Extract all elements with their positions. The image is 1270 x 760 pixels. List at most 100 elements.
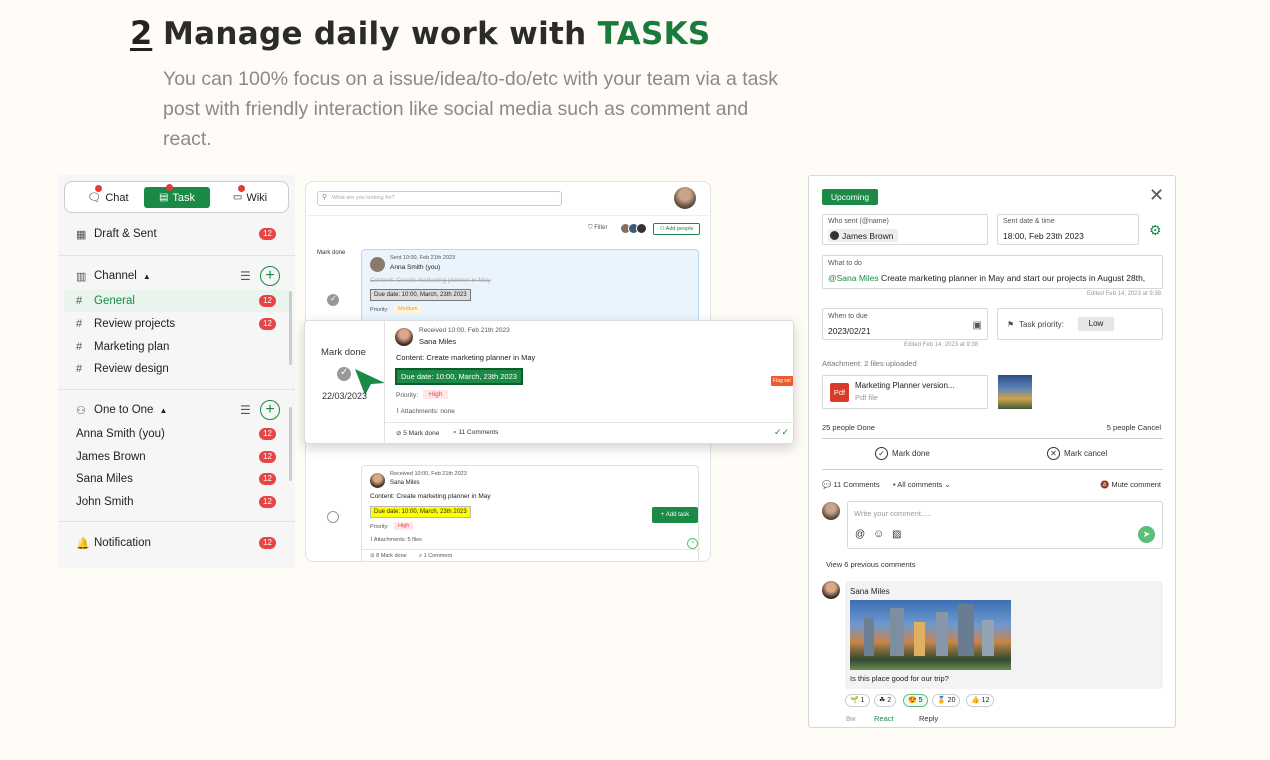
status-badge[interactable]: Upcoming (822, 189, 878, 205)
comments-count[interactable]: 💬 11 Comments (822, 480, 880, 489)
mention-icon[interactable]: @ (855, 529, 865, 540)
one-to-one-scrollbar[interactable] (289, 407, 292, 481)
file-name: Marketing Planner version... (855, 381, 955, 390)
close-icon[interactable]: ✕ (1149, 186, 1164, 204)
tab-task[interactable]: ▤ Task (144, 184, 210, 208)
menu-icon[interactable]: ☰ (240, 269, 251, 283)
reaction-chip[interactable]: 🌱 1 (845, 694, 870, 707)
priority-badge: High (394, 522, 414, 530)
image-icon[interactable]: ▨ (892, 529, 901, 540)
sent-datetime-field[interactable]: Sent date & time 18:00, Feb 23th 2023 (997, 214, 1139, 245)
comments-count[interactable]: ⌕ 11 Comments (453, 429, 498, 437)
tab-chat[interactable]: 🗨 Chat (83, 185, 133, 208)
task-card-sent[interactable]: Sent 10:00, Feb 21th 2023 Anna Smith (yo… (361, 249, 699, 324)
sidebar-item-anna-smith[interactable]: Anna Smith (you) 12 (58, 423, 290, 445)
sidebar-item-john-smith[interactable]: John Smith 12 (58, 491, 290, 513)
add-task-button[interactable]: + Add task (652, 507, 698, 523)
mark-done-label: Mark done (321, 347, 366, 358)
chevron-down-icon[interactable]: ⌄ (687, 538, 698, 549)
mode-switcher: 🗨 Chat ▤ Task ▭ Wiki (64, 181, 289, 213)
calendar-icon[interactable]: ▣ (973, 320, 982, 331)
mark-done-count[interactable]: ⊘ 5 Mark done (396, 429, 439, 437)
reaction-chip[interactable]: 🏅 20 (932, 694, 961, 707)
reaction-chip[interactable]: ☘ 2 (874, 694, 897, 707)
building-shape (936, 612, 948, 656)
one-to-one-header[interactable]: ⚇ One to One ▲ (58, 399, 290, 421)
mark-done-count[interactable]: ⊘ 8 Mark done (370, 553, 407, 559)
channel-header[interactable]: ▥ Channel ▲ (58, 265, 290, 287)
send-icon[interactable]: ➤ (1138, 526, 1155, 543)
who-sent-field[interactable]: Who sent (@name) James Brown (822, 214, 988, 245)
comments-count[interactable]: ⌕ 1 Comment (419, 553, 452, 560)
sidebar-item-draft-sent[interactable]: ▦ Draft & Sent 12 (58, 223, 290, 245)
all-comments-dropdown[interactable]: • All comments ⌄ (893, 480, 951, 489)
step-number: 2 (130, 14, 153, 52)
avatar (636, 223, 647, 234)
mention[interactable]: @Sana Miles (828, 273, 879, 283)
comments-count-text: 11 Comments (833, 480, 880, 489)
reaction-chip[interactable]: 😍 5 (903, 694, 928, 707)
field-label: When to due (828, 313, 868, 320)
comment-input[interactable]: Write your comment..... @ ☺ ▨ ➤ (847, 501, 1163, 549)
what-to-do-value: @Sana Miles Create marketing planner in … (828, 273, 1145, 283)
sidebar-item-james-brown[interactable]: James Brown 12 (58, 446, 290, 468)
title-prefix: Manage daily work with (163, 16, 598, 52)
sidebar-item-sana-miles[interactable]: Sana Miles 12 (58, 468, 290, 490)
mark-cancel-button[interactable]: ✕ Mark cancel (1047, 447, 1107, 460)
people-done-count[interactable]: 25 people Done (822, 423, 875, 432)
people-cancel-count[interactable]: 5 people Cancel (1107, 423, 1161, 432)
what-to-do-field[interactable]: What to do @Sana Miles Create marketing … (822, 255, 1163, 289)
mark-done-toggle[interactable]: ✓ (337, 367, 351, 381)
mark-done-label: Mark done (892, 449, 930, 458)
attachment-image-thumbnail[interactable] (998, 375, 1032, 409)
comment-icon: ⌕ (453, 429, 457, 436)
sidebar-item-marketing-plan[interactable]: # Marketing plan (58, 336, 290, 358)
all-comments-label: All comments (897, 480, 943, 489)
add-channel-button[interactable]: + (260, 266, 280, 286)
task-card-received[interactable]: Received 10:00, Feb 21th 2023 Sana Miles… (361, 465, 700, 561)
mark-done-toggle[interactable] (327, 511, 339, 523)
add-people-button[interactable]: ⚇ Add people (653, 223, 700, 235)
menu-icon[interactable]: ☰ (240, 403, 251, 417)
sidebar-item-review-projects[interactable]: # Review projects 12 (58, 313, 290, 335)
sidebar-item-general[interactable]: # General 12 (64, 290, 290, 312)
priority-value[interactable]: Low (1078, 317, 1114, 331)
user-avatar[interactable] (674, 187, 696, 209)
field-label: Who sent (@name) (828, 218, 889, 225)
comments-count-text: 1 Comment (423, 553, 453, 559)
reaction-chip[interactable]: 👍 12 (966, 694, 995, 707)
sidebar-item-review-design[interactable]: # Review design (58, 358, 290, 380)
highlighted-task-row[interactable]: Mark done ✓ 22/03/2023 Received 10:00, F… (304, 320, 795, 444)
mute-label: Mute comment (1111, 480, 1161, 489)
filter-button[interactable]: ⛉ Filter (588, 225, 608, 232)
paperclip-icon: ⌇ (370, 537, 373, 543)
channel-title: Channel (94, 270, 137, 282)
reply-button[interactable]: Reply (919, 714, 938, 723)
mute-icon: 🔕 (1099, 480, 1110, 489)
add-conversation-button[interactable]: + (260, 400, 280, 420)
mark-done-toggle[interactable]: ✓ (327, 294, 339, 306)
sidebar-item-notification[interactable]: 🔔 Notification 12 (58, 532, 290, 554)
gear-icon[interactable]: ⚙ (1149, 222, 1162, 239)
task-card-received-highlight[interactable]: Received 10:00, Feb 21th 2023 Sana Miles… (384, 320, 795, 444)
flag-badge[interactable]: Flag set (771, 376, 793, 386)
sidebar-item-label: Review projects (94, 318, 176, 330)
view-previous-comments[interactable]: View 6 previous comments (826, 560, 915, 569)
divider (362, 549, 700, 550)
hash-icon: # (76, 295, 83, 307)
task-priority-field[interactable]: ⚑ Task priority: Low (997, 308, 1163, 340)
attachments-label: Attachment: 2 files uploaded (822, 359, 917, 368)
search-bar[interactable]: ⚲ What are you looking for? (317, 191, 562, 206)
emoji-icon[interactable]: ☺ (873, 528, 884, 540)
react-button[interactable]: React (874, 714, 894, 723)
sidebar: 🗨 Chat ▤ Task ▭ Wiki ▦ Draft & Sent 12 ▥ Ch… (58, 175, 295, 568)
mute-comment-button[interactable]: 🔕 Mute comment (1100, 480, 1161, 489)
tab-wiki[interactable]: ▭ Wiki (230, 185, 270, 208)
attachment-pdf[interactable]: Pdf Marketing Planner version... Pdf fil… (822, 375, 988, 409)
channel-scrollbar[interactable] (289, 291, 292, 365)
sidebar-item-label: Draft & Sent (94, 228, 157, 240)
when-to-due-field[interactable]: When to due 2023/02/21 ▣ (822, 308, 988, 340)
comment-image[interactable] (850, 600, 1011, 670)
hash-icon: # (76, 363, 83, 375)
mark-done-button[interactable]: ✓ Mark done (875, 447, 930, 460)
